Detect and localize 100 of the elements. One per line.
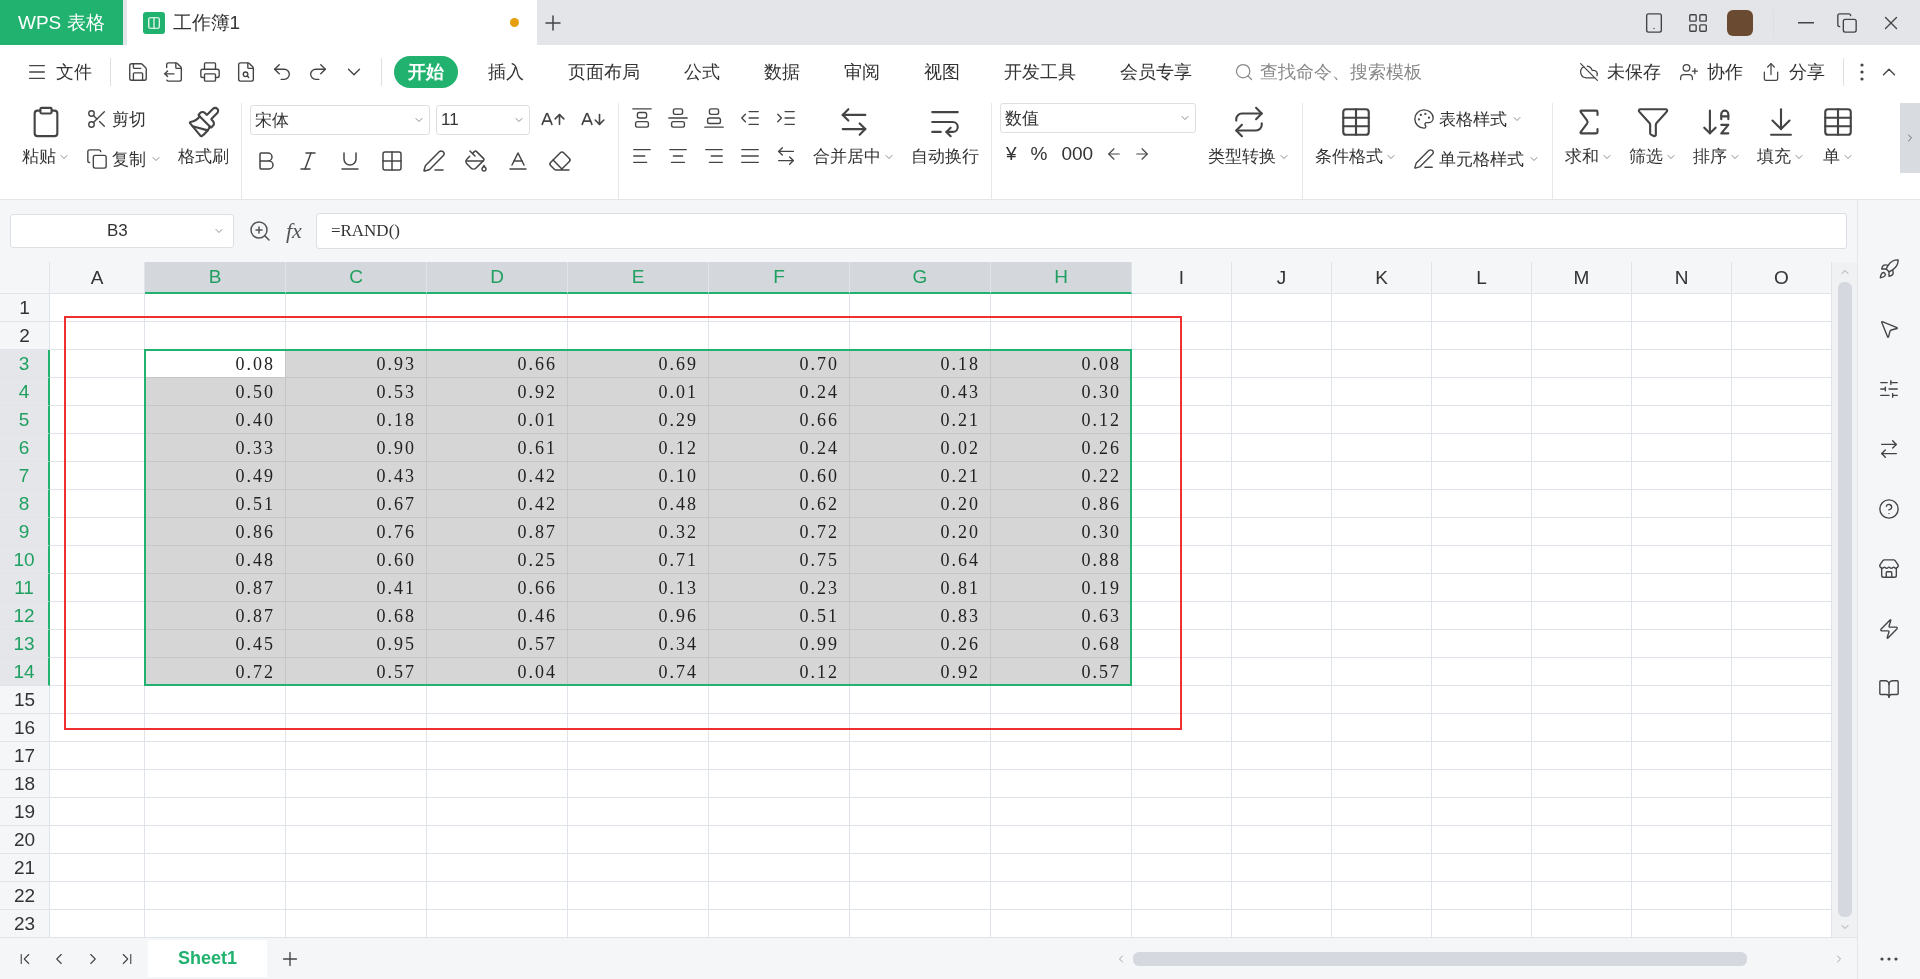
table-cell: 0.02 [850, 434, 991, 462]
table-cell: 0.33 [145, 434, 286, 462]
ribbon-tab[interactable]: 视图 [910, 56, 974, 88]
table-cell: 0.87 [145, 602, 286, 630]
format-painter-button[interactable]: 格式刷 [174, 103, 233, 170]
editing-button[interactable]: 排序 [1689, 103, 1745, 170]
table-cell: 0.83 [850, 602, 991, 630]
column-header[interactable]: M [1532, 262, 1632, 294]
row-header[interactable]: 23 [0, 910, 50, 938]
function-label[interactable]: fx [286, 218, 302, 244]
share-icon [1761, 62, 1781, 82]
vertical-scrollbar[interactable] [1832, 262, 1857, 937]
table-cell: 0.90 [286, 434, 427, 462]
editing-button[interactable]: 筛选 [1625, 103, 1681, 170]
row-header[interactable]: 22 [0, 882, 50, 910]
underline-icon [338, 149, 362, 173]
table-cell: 0.01 [427, 406, 568, 434]
table-cell: 0.42 [427, 490, 568, 518]
table-cell: 0.25 [427, 546, 568, 574]
table-cell: 0.64 [850, 546, 991, 574]
editing-button[interactable]: 填充 [1753, 103, 1809, 170]
file-menu[interactable]: 文件 [20, 56, 98, 88]
table-cell: 0.26 [850, 630, 991, 658]
table-cell: 0.48 [145, 546, 286, 574]
font-select[interactable]: 宋体 [250, 105, 430, 135]
table-cell: 0.43 [850, 378, 991, 406]
distribute-icon [775, 145, 797, 167]
ribbon-tab[interactable]: 审阅 [830, 56, 894, 88]
column-header[interactable]: O [1732, 262, 1832, 294]
row-header[interactable]: 2 [0, 322, 50, 350]
cut-button[interactable]: 剪切 [82, 103, 166, 135]
column-header[interactable]: A [50, 262, 145, 294]
font-color-icon [506, 149, 530, 173]
ribbon-tab[interactable]: 页面布局 [554, 56, 654, 88]
pen-icon [1413, 148, 1435, 170]
table-cell: 0.68 [991, 630, 1132, 658]
editing-button[interactable]: 求和 [1561, 103, 1617, 170]
ribbon-tab[interactable]: 插入 [474, 56, 538, 88]
convert-icon [1232, 105, 1266, 139]
table-cell: 0.18 [286, 406, 427, 434]
table-cell: 0.93 [286, 350, 427, 378]
ribbon-tab[interactable]: 数据 [750, 56, 814, 88]
column-header[interactable]: L [1432, 262, 1532, 294]
column-header[interactable]: N [1632, 262, 1732, 294]
table-cell: 0.04 [427, 658, 568, 686]
table-cell: 0.75 [709, 546, 850, 574]
action-button[interactable]: 协作 [1673, 56, 1749, 88]
apps-icon [1687, 11, 1709, 34]
row-header[interactable]: 15 [0, 686, 50, 714]
document-tab[interactable]: 工作簿1 [126, 0, 537, 45]
ribbon-tab[interactable]: 公式 [670, 56, 734, 88]
column-header[interactable]: J [1232, 262, 1332, 294]
column-header[interactable]: I [1132, 262, 1232, 294]
column-header[interactable]: K [1332, 262, 1432, 294]
copy-button[interactable]: 复制 [82, 143, 166, 175]
editing-button[interactable]: 单 [1817, 103, 1859, 170]
add-user-icon [1679, 62, 1699, 82]
wrap-text-button[interactable]: 自动换行 [907, 103, 983, 170]
row-header[interactable]: 20 [0, 826, 50, 854]
ribbon-tab[interactable]: 开发工具 [990, 56, 1090, 88]
table-style-button[interactable]: 表格样式 [1409, 103, 1544, 135]
row-header[interactable]: 21 [0, 854, 50, 882]
row-header[interactable]: 16 [0, 714, 50, 742]
zoom-icon [248, 219, 272, 243]
number-format-button[interactable]: 000 [1055, 141, 1100, 167]
table-cell: 0.08 [145, 350, 286, 378]
action-button[interactable]: 分享 [1755, 56, 1831, 88]
table-cell: 0.88 [991, 546, 1132, 574]
number-format-button[interactable]: % [1024, 141, 1054, 167]
table-cell: 0.41 [286, 574, 427, 602]
table-cell: 0.45 [145, 630, 286, 658]
scissors-icon [86, 108, 108, 130]
formula-field[interactable]: =RAND() [315, 213, 1847, 249]
paste-button[interactable]: 粘贴 [18, 103, 74, 170]
table-cell: 0.22 [991, 462, 1132, 490]
table-cell: 0.68 [286, 602, 427, 630]
number-format-button[interactable]: ¥ [1000, 141, 1023, 167]
avatar[interactable] [1727, 9, 1753, 36]
table-cell: 0.10 [568, 462, 709, 490]
row-header[interactable]: 18 [0, 770, 50, 798]
table-cell: 0.24 [709, 434, 850, 462]
number-format-select[interactable]: 数值 [1000, 103, 1196, 133]
table-cell: 0.66 [427, 350, 568, 378]
name-box[interactable]: B3 [10, 214, 234, 248]
conditional-format-button[interactable]: 条件格式 [1311, 103, 1401, 170]
eraser-icon [548, 149, 572, 173]
border-icon [380, 149, 404, 173]
row-header[interactable]: 17 [0, 742, 50, 770]
ribbon-tab[interactable]: 会员专享 [1106, 56, 1206, 88]
merge-center-button[interactable]: 合并居中 [809, 103, 899, 170]
type-convert-button[interactable]: 类型转换 [1204, 103, 1294, 170]
table-cell: 0.57 [286, 658, 427, 686]
row-header[interactable]: 1 [0, 294, 50, 322]
font-size-select[interactable]: 11 [436, 105, 530, 135]
cell-style-button[interactable]: 单元格样式 [1409, 143, 1544, 175]
help-icon [1878, 498, 1900, 520]
row-header[interactable]: 19 [0, 798, 50, 826]
table-cell: 0.87 [145, 574, 286, 602]
table-cell: 0.76 [286, 518, 427, 546]
action-button[interactable]: 未保存 [1573, 56, 1667, 88]
